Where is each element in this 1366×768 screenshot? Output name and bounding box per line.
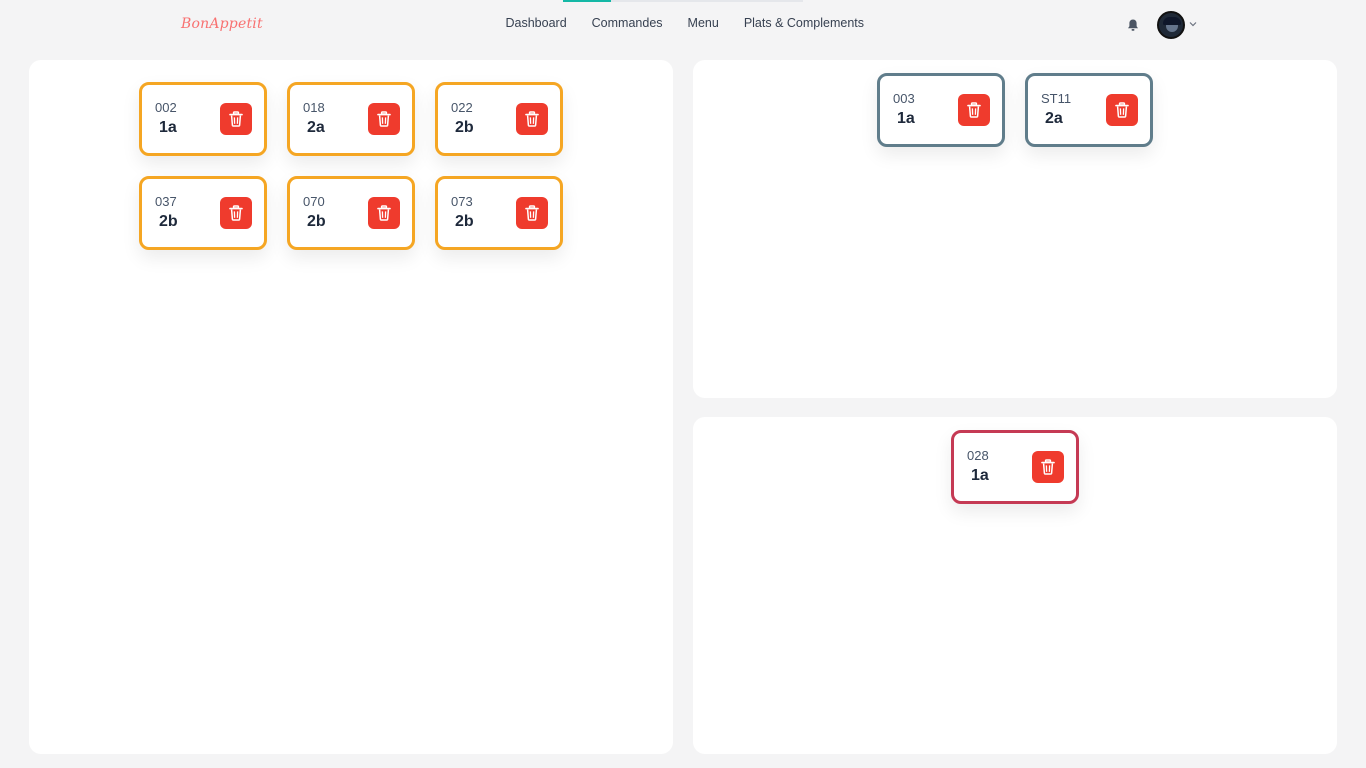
orders-panel-right-bottom: 028 1a bbox=[693, 417, 1337, 754]
delete-button[interactable] bbox=[516, 197, 548, 229]
order-table: 2b bbox=[455, 213, 474, 230]
order-code: 037 bbox=[155, 194, 177, 209]
order-table: 2a bbox=[1045, 110, 1063, 127]
user-avatar[interactable] bbox=[1157, 11, 1185, 39]
order-table: 1a bbox=[897, 110, 915, 127]
order-table: 1a bbox=[971, 467, 989, 484]
order-card[interactable]: 028 1a bbox=[951, 430, 1079, 504]
order-card[interactable]: ST11 2a bbox=[1025, 73, 1153, 147]
delete-button[interactable] bbox=[220, 103, 252, 135]
order-card[interactable]: 073 2b bbox=[435, 176, 563, 250]
order-code: ST11 bbox=[1041, 91, 1072, 106]
order-card-grid: 003 1a ST11 2a bbox=[877, 73, 1153, 147]
nav-dashboard[interactable]: Dashboard bbox=[493, 16, 579, 30]
top-navbar: BonAppetit Dashboard Commandes Menu Plat… bbox=[0, 0, 1366, 50]
order-card-grid: 028 1a bbox=[951, 430, 1079, 504]
order-card[interactable]: 002 1a bbox=[139, 82, 267, 156]
orders-panel-right-top: 003 1a ST11 2a bbox=[693, 60, 1337, 398]
order-card[interactable]: 037 2b bbox=[139, 176, 267, 250]
trash-icon bbox=[525, 205, 539, 221]
delete-button[interactable] bbox=[1106, 94, 1138, 126]
trash-icon bbox=[377, 205, 391, 221]
main-nav: Dashboard Commandes Menu Plats & Complem… bbox=[493, 16, 877, 30]
order-table: 2b bbox=[307, 213, 326, 230]
order-code: 018 bbox=[303, 100, 325, 115]
order-table: 2a bbox=[307, 119, 325, 136]
order-card[interactable]: 018 2a bbox=[287, 82, 415, 156]
trash-icon bbox=[1041, 459, 1055, 475]
order-code: 003 bbox=[893, 91, 915, 106]
avatar-hair bbox=[1163, 17, 1181, 25]
order-table: 2b bbox=[455, 119, 474, 136]
trash-icon bbox=[1115, 102, 1129, 118]
delete-button[interactable] bbox=[958, 94, 990, 126]
order-code: 070 bbox=[303, 194, 325, 209]
order-card-grid: 002 1a 018 2a 022 2b 037 2b 070 2b 073 2… bbox=[66, 82, 636, 250]
delete-button[interactable] bbox=[1032, 451, 1064, 483]
order-table: 1a bbox=[159, 119, 177, 136]
delete-button[interactable] bbox=[516, 103, 548, 135]
order-card[interactable]: 003 1a bbox=[877, 73, 1005, 147]
order-card[interactable]: 070 2b bbox=[287, 176, 415, 250]
nav-plats-complements[interactable]: Plats & Complements bbox=[731, 16, 876, 30]
order-code: 002 bbox=[155, 100, 177, 115]
trash-icon bbox=[525, 111, 539, 127]
orders-panel-left: 002 1a 018 2a 022 2b 037 2b 070 2b 073 2… bbox=[29, 60, 673, 754]
trash-icon bbox=[377, 111, 391, 127]
brand-logo[interactable]: BonAppetit bbox=[181, 16, 263, 32]
top-progress-bar bbox=[563, 0, 803, 2]
order-code: 022 bbox=[451, 100, 473, 115]
order-card[interactable]: 022 2b bbox=[435, 82, 563, 156]
nav-menu[interactable]: Menu bbox=[675, 16, 731, 30]
order-code: 073 bbox=[451, 194, 473, 209]
delete-button[interactable] bbox=[368, 103, 400, 135]
order-code: 028 bbox=[967, 448, 989, 463]
delete-button[interactable] bbox=[368, 197, 400, 229]
order-table: 2b bbox=[159, 213, 178, 230]
nav-commandes[interactable]: Commandes bbox=[579, 16, 675, 30]
delete-button[interactable] bbox=[220, 197, 252, 229]
bell-icon[interactable] bbox=[1126, 18, 1140, 32]
trash-icon bbox=[229, 205, 243, 221]
top-progress-fill bbox=[563, 0, 611, 2]
trash-icon bbox=[967, 102, 981, 118]
chevron-down-icon[interactable] bbox=[1188, 19, 1198, 29]
trash-icon bbox=[229, 111, 243, 127]
